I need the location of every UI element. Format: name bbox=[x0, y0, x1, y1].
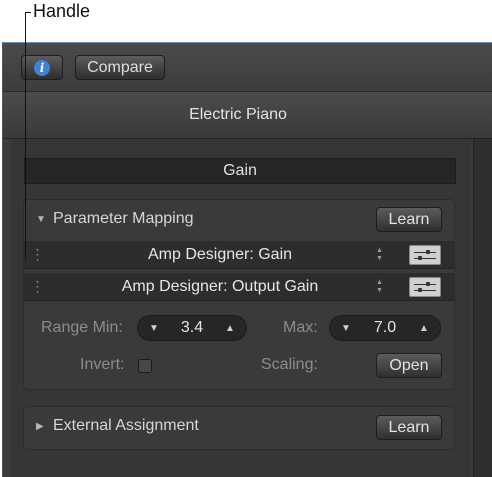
section-header: Gain bbox=[24, 158, 456, 184]
mapping-row[interactable]: ⋮ Amp Designer: Output Gain ▲ ▼ bbox=[24, 273, 454, 301]
increment-arrow-icon[interactable]: ▲ bbox=[414, 316, 434, 340]
callout-label: Handle bbox=[33, 1, 91, 21]
decrement-arrow-icon[interactable]: ▼ bbox=[336, 316, 356, 340]
max-value[interactable]: 7.0 bbox=[356, 316, 414, 340]
toolbar: i Compare bbox=[3, 43, 492, 91]
side-strip bbox=[473, 139, 492, 477]
plugin-title-bar: Electric Piano bbox=[3, 91, 492, 139]
mapping-row[interactable]: ⋮ Amp Designer: Gain ▲ ▼ bbox=[24, 241, 454, 269]
updown-arrows-icon: ▲ ▼ bbox=[376, 246, 383, 262]
disclosure-triangle-icon: ▼ bbox=[36, 213, 46, 225]
plugin-title: Electric Piano bbox=[189, 106, 287, 123]
mapping-target-popup[interactable]: Amp Designer: Output Gain bbox=[50, 273, 390, 300]
info-icon: i bbox=[34, 59, 50, 76]
updown-arrows-icon: ▲ ▼ bbox=[376, 278, 383, 294]
disclosure-triangle-icon: ▶ bbox=[36, 420, 44, 432]
mapping-learn-button[interactable]: Learn bbox=[376, 207, 442, 232]
max-stepper[interactable]: ▼ 7.0 ▲ bbox=[329, 315, 441, 341]
info-button[interactable]: i bbox=[21, 55, 63, 80]
drag-handle-icon[interactable]: ⋮ bbox=[24, 273, 50, 300]
drag-handle-icon[interactable]: ⋮ bbox=[24, 241, 50, 268]
parameter-mapping-panel: ▼ Parameter Mapping Learn ⋮ Amp Designer… bbox=[23, 199, 455, 390]
range-min-value[interactable]: 3.4 bbox=[164, 316, 220, 340]
decrement-arrow-icon[interactable]: ▼ bbox=[144, 316, 164, 340]
parameter-mapping-disclosure[interactable]: ▼ Parameter Mapping bbox=[36, 210, 194, 228]
inspector-panel: Gain ▼ Parameter Mapping Learn ⋮ Amp Des… bbox=[11, 139, 471, 477]
mapping-settings-button[interactable] bbox=[409, 277, 441, 297]
max-label: Max: bbox=[283, 319, 318, 336]
callout-line-vertical bbox=[25, 12, 26, 260]
invert-checkbox[interactable] bbox=[138, 359, 152, 373]
plugin-window: i Compare Electric Piano Gain ▼ Paramete… bbox=[2, 42, 492, 477]
increment-arrow-icon[interactable]: ▲ bbox=[220, 316, 240, 340]
scaling-open-button[interactable]: Open bbox=[376, 353, 442, 378]
scaling-label: Scaling: bbox=[261, 356, 318, 373]
compare-button[interactable]: Compare bbox=[75, 55, 165, 80]
external-learn-button[interactable]: Learn bbox=[376, 415, 442, 440]
range-min-stepper[interactable]: ▼ 3.4 ▲ bbox=[137, 315, 247, 341]
mapping-target-popup[interactable]: Amp Designer: Gain bbox=[50, 241, 390, 268]
external-assignment-title: External Assignment bbox=[53, 417, 199, 434]
external-assignment-panel: ▶ External Assignment Learn bbox=[23, 406, 455, 450]
external-assignment-disclosure[interactable]: ▶ External Assignment bbox=[36, 417, 199, 435]
range-min-label: Range Min: bbox=[41, 319, 123, 336]
invert-label: Invert: bbox=[80, 356, 125, 373]
parameter-mapping-title: Parameter Mapping bbox=[53, 210, 194, 227]
mapping-settings-button[interactable] bbox=[409, 245, 441, 265]
